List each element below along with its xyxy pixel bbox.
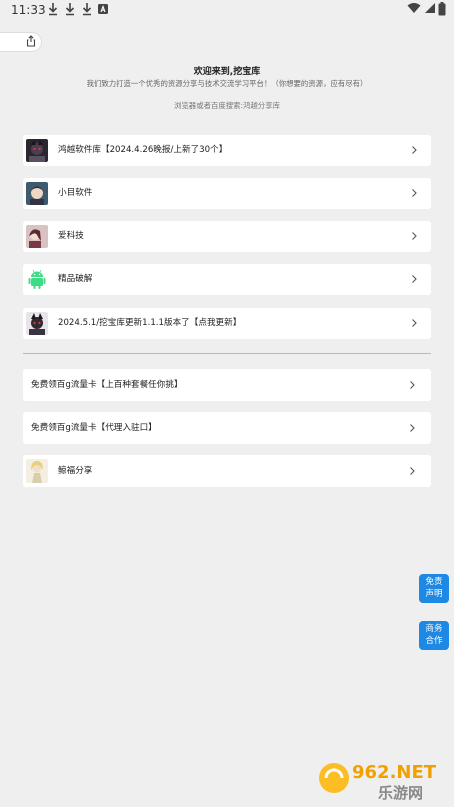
divider [23, 353, 431, 354]
chevron-right-icon [412, 275, 417, 283]
list-item-label: 小目软件 [58, 188, 93, 198]
list-item-jingfu[interactable]: 鲸福分享 [23, 455, 431, 487]
list-item-jingpin[interactable]: 精品破解 [23, 264, 431, 295]
list-item-label: 鲸福分享 [58, 466, 93, 476]
watermark-top: 962.NET [352, 762, 437, 783]
status-bar: 11:33 [0, 0, 454, 22]
battery-icon [438, 2, 446, 16]
watermark-logo: 962.NET 乐游网 [319, 762, 437, 802]
list-item-update[interactable]: 2024.5.1/挖宝库更新1.1.1版本了【点我更新】 [23, 308, 431, 339]
chevron-right-icon [410, 424, 415, 432]
avatar-dark-icon [26, 312, 48, 335]
download-icon [65, 3, 75, 16]
disclaimer-button[interactable]: 免责 声明 [419, 574, 449, 603]
disclaimer-line-2: 声明 [425, 589, 443, 599]
avatar-anime-icon [26, 182, 48, 205]
download-icon [48, 3, 58, 16]
list-item-label: 2024.5.1/挖宝库更新1.1.1版本了【点我更新】 [58, 318, 242, 328]
chevron-right-icon [412, 319, 417, 327]
list-item-aikeji[interactable]: 爱科技 [23, 221, 431, 252]
business-line-2: 合作 [425, 636, 443, 646]
chevron-right-icon [412, 146, 417, 154]
status-time: 11:33 [11, 3, 46, 17]
list-item-label: 精品破解 [58, 274, 93, 284]
list-item-label: 鸿越软件库【2024.4.26晚报/上新了30个】 [58, 145, 228, 155]
business-line-1: 商务 [425, 624, 443, 634]
avatar-dark-icon [26, 139, 48, 162]
search-hint: 浏览器或者百度搜索:鸿越分享库 [174, 101, 280, 110]
page-subtitle: 我们致力打造一个优秀的资源分享与技术交流学习平台！（你想要的资源，应有尽有） [86, 79, 368, 88]
list-item-label: 免费领百g流量卡【代理入驻口】 [31, 423, 157, 433]
chevron-right-icon [412, 189, 417, 197]
android-icon [26, 268, 48, 291]
disclaimer-line-1: 免责 [425, 577, 443, 587]
download-icon [82, 3, 92, 16]
list-item-xiaomu[interactable]: 小目软件 [23, 178, 431, 209]
avatar-girl-icon [26, 225, 48, 248]
watermark-bottom: 乐游网 [378, 784, 423, 802]
chevron-right-icon [412, 232, 417, 240]
list-item-flow-card[interactable]: 免费领百g流量卡【上百种套餐任你挑】 [23, 369, 431, 401]
chevron-right-icon [410, 467, 415, 475]
share-button[interactable] [0, 32, 42, 52]
avatar-character-icon [26, 459, 48, 483]
share-icon [26, 35, 36, 47]
page-title: 欢迎来到,挖宝库 [193, 67, 261, 77]
list-item-label: 免费领百g流量卡【上百种套餐任你挑】 [31, 380, 183, 390]
business-button[interactable]: 商务 合作 [419, 621, 449, 650]
app-notification-icon [98, 4, 108, 14]
list-item-agent[interactable]: 免费领百g流量卡【代理入驻口】 [23, 412, 431, 444]
list-item-hongyue[interactable]: 鸿越软件库【2024.4.26晚报/上新了30个】 [23, 135, 431, 166]
chevron-right-icon [410, 381, 415, 389]
signal-icon [425, 3, 435, 13]
wifi-icon [407, 3, 421, 13]
list-item-label: 爱科技 [58, 231, 84, 241]
